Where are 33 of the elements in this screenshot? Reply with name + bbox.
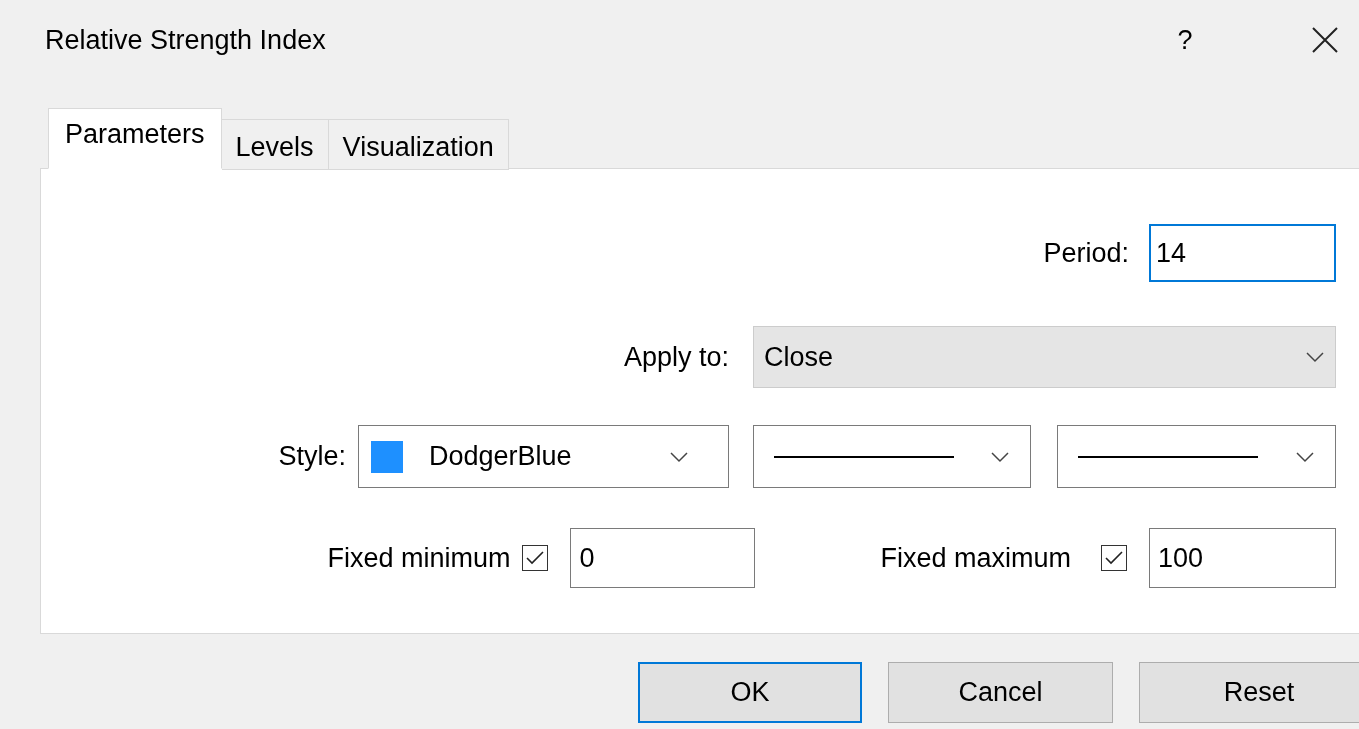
apply-to-dropdown[interactable]: Close [753, 326, 1336, 388]
tab[interactable]: Visualization [328, 119, 509, 170]
line-sample-icon [1078, 455, 1258, 458]
chevron-down-icon [1295, 450, 1315, 463]
line-sample-icon [774, 455, 954, 458]
color-dropdown[interactable]: DodgerBlue [358, 425, 729, 488]
line-width-dropdown[interactable] [1057, 425, 1336, 488]
fixed-maximum-field[interactable]: 100 [1149, 528, 1336, 588]
close-icon [1311, 26, 1339, 54]
apply-to-value: Close [764, 340, 834, 374]
period-field[interactable]: 14 [1149, 224, 1336, 282]
line-style-dropdown[interactable] [753, 425, 1031, 488]
style-label: Style: [278, 440, 346, 474]
help-button[interactable]: ? [1165, 19, 1205, 61]
tab[interactable]: Levels [221, 119, 329, 170]
chevron-down-icon [990, 450, 1010, 463]
dialog-button[interactable]: OK [638, 662, 862, 723]
color-name: DodgerBlue [429, 440, 573, 474]
tab[interactable]: Parameters [48, 108, 222, 169]
fixed-maximum-label: Fixed maximum [880, 541, 1071, 575]
window-title: Relative Strength Index [45, 23, 327, 57]
dialog-button[interactable]: Cancel [888, 662, 1113, 723]
fixed-maximum-checkbox[interactable] [1101, 545, 1127, 571]
checkmark-icon [526, 551, 545, 565]
period-label: Period: [1043, 236, 1129, 270]
checkmark-icon [1105, 551, 1123, 565]
chevron-down-icon [669, 450, 689, 463]
fixed-minimum-field[interactable]: 0 [570, 528, 756, 588]
apply-to-label: Apply to: [623, 340, 729, 374]
chevron-down-icon [1305, 351, 1325, 363]
fixed-minimum-checkbox[interactable] [522, 545, 549, 571]
fixed-minimum-label: Fixed minimum [327, 541, 511, 575]
dialog-button[interactable]: Reset [1139, 662, 1359, 723]
